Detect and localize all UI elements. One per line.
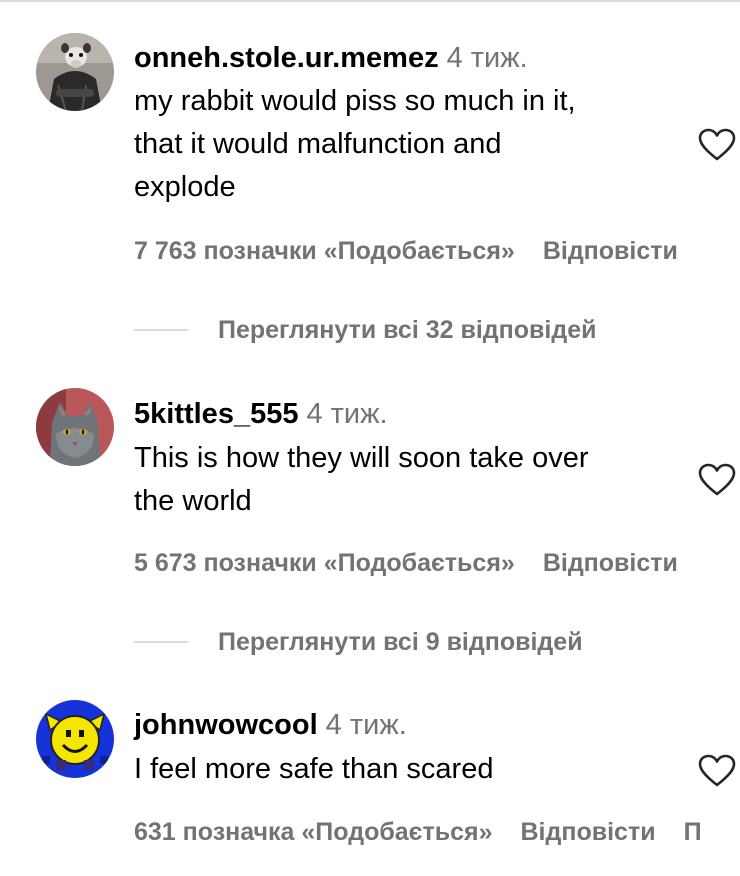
like-button[interactable] xyxy=(698,128,736,162)
avatar[interactable] xyxy=(36,33,114,111)
comment-text: I feel more safe than scared xyxy=(134,748,674,791)
comment-text-line: that it would malfunction and xyxy=(134,128,502,160)
likes-count[interactable]: 7 763 позначки «Подобається» xyxy=(134,237,515,265)
opossum-avatar xyxy=(36,33,114,111)
cat-avatar xyxy=(36,388,114,466)
view-replies-row[interactable]: Переглянути всі 9 відповідей xyxy=(134,626,583,658)
comment-text-line: my rabbit would piss so much in it, xyxy=(134,85,576,117)
replies-divider xyxy=(134,641,188,643)
comment-text-line: explode xyxy=(134,171,236,203)
timestamp[interactable]: 4 тиж. xyxy=(326,709,407,741)
view-replies-button[interactable]: Переглянути всі 9 відповідей xyxy=(218,628,583,657)
comment-header: 5kittles_555 4 тиж. xyxy=(134,396,388,432)
avatar[interactable] xyxy=(36,700,114,778)
username-link[interactable]: johnwowcool xyxy=(134,709,318,741)
timestamp[interactable]: 4 тиж. xyxy=(306,398,387,430)
comment-text: This is how they will soon take over the… xyxy=(134,437,674,523)
comment-text-line: This is how they will soon take over xyxy=(134,442,589,474)
comment-text-line: I feel more safe than scared xyxy=(134,753,494,785)
heart-outline-icon xyxy=(698,463,736,496)
likes-count[interactable]: 631 позначка «Подобається» xyxy=(134,818,493,846)
heart-outline-icon xyxy=(698,128,736,161)
like-button[interactable] xyxy=(698,754,736,788)
username-link[interactable]: onneh.stole.ur.memez xyxy=(134,42,439,74)
heart-outline-icon xyxy=(698,754,736,787)
comment-meta: 631 позначка «Подобається» Відповісти П xyxy=(134,816,702,848)
comment-text-line: the world xyxy=(134,485,252,517)
timestamp[interactable]: 4 тиж. xyxy=(447,42,528,74)
reply-button[interactable]: Відповісти xyxy=(521,818,656,846)
reply-button[interactable]: Відповісти xyxy=(543,237,678,265)
comment-text: my rabbit would piss so much in it, that… xyxy=(134,80,674,209)
smiley-avatar xyxy=(36,700,114,778)
view-replies-row[interactable]: Переглянути всі 32 відповідей xyxy=(134,314,596,346)
replies-divider xyxy=(134,329,188,331)
comment-meta: 5 673 позначки «Подобається» Відповісти xyxy=(134,547,678,579)
comment-header: onneh.stole.ur.memez 4 тиж. xyxy=(134,40,528,76)
comment-meta: 7 763 позначки «Подобається» Відповісти xyxy=(134,235,678,267)
avatar[interactable] xyxy=(36,388,114,466)
view-replies-button[interactable]: Переглянути всі 32 відповідей xyxy=(218,316,596,345)
username-link[interactable]: 5kittles_555 xyxy=(134,398,298,430)
reply-button[interactable]: Відповісти xyxy=(543,549,678,577)
like-button[interactable] xyxy=(698,463,736,497)
overflow-link[interactable]: П xyxy=(684,818,702,846)
top-divider xyxy=(0,0,740,2)
comment-header: johnwowcool 4 тиж. xyxy=(134,707,407,743)
likes-count[interactable]: 5 673 позначки «Подобається» xyxy=(134,549,515,577)
